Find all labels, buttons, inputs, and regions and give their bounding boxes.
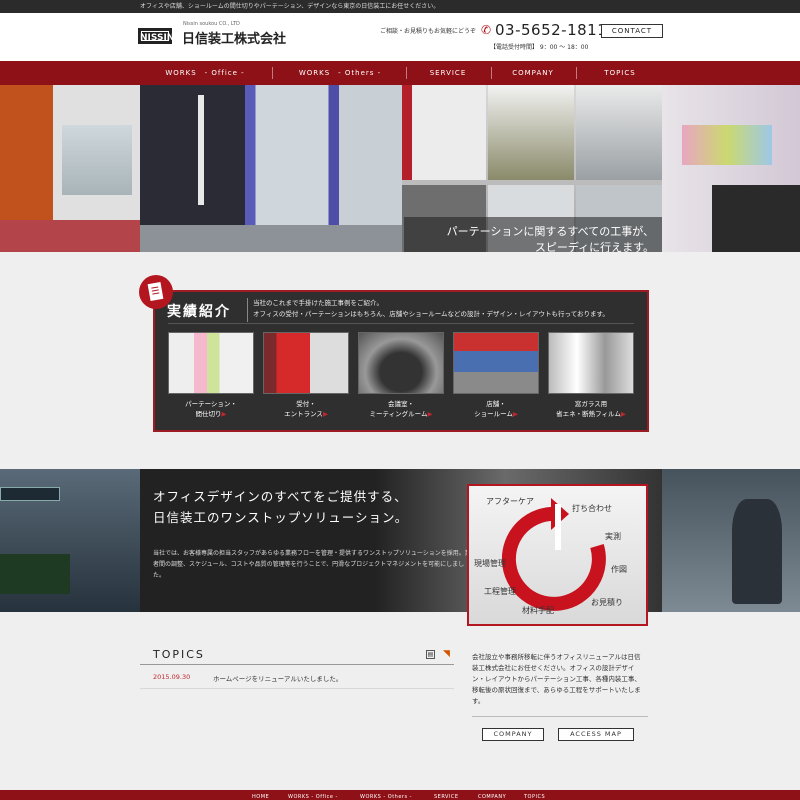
works-separator <box>168 323 634 324</box>
company-logo-mark[interactable]: NISSIN <box>138 28 174 44</box>
band-photo-left <box>0 469 140 612</box>
feed-icon[interactable]: ▤ <box>426 650 435 659</box>
topics-date: 2015.09.30 <box>153 673 191 681</box>
topics-divider <box>140 664 454 665</box>
hero-photo-left <box>0 85 140 252</box>
about-text: 会社設立や事務所移転に伴うオフィスリニューアルは日信装工株式会社にお任せください… <box>472 653 641 705</box>
consult-text: ご相談・お見積りもお気軽にどうぞ <box>380 28 477 35</box>
arrow-icon: ▶ <box>221 410 227 418</box>
cycle-label-site: 現場管理 <box>474 559 506 568</box>
works-description: 当社のこれまで手掛けた施工事例をご紹介。 オフィスの受付・パーテーションはもちろ… <box>253 298 609 320</box>
workflow-cycle-diagram: アフターケア 打ち合わせ 実測 作図 お見積り 材料手配 工程管理 現場管理 <box>467 484 648 626</box>
topics-title: TOPICS <box>153 648 205 661</box>
access-map-button[interactable]: ACCESS MAP <box>558 728 634 741</box>
company-button[interactable]: COMPANY <box>482 728 544 741</box>
rss-icon[interactable]: ◥ <box>443 650 452 659</box>
topics-item-link[interactable]: ホームページをリニューアルいたしました。 <box>213 673 342 683</box>
arrow-icon: ▶ <box>620 410 626 418</box>
works-label-meeting[interactable]: 会議室・ ミーティングルーム▶ <box>358 399 444 419</box>
top-info-bar: オフィスや店舗、ショールームの間仕切りやパーテーション、デザインなら東京の日信装… <box>0 0 800 13</box>
about-divider <box>472 716 648 717</box>
nav-divider <box>576 67 577 79</box>
arrow-icon: ▶ <box>512 410 518 418</box>
cycle-label-survey: 実測 <box>605 532 621 541</box>
footer-link-works-others[interactable]: WORKS - Others - <box>360 794 412 800</box>
phone-icon: ✆ <box>481 23 492 37</box>
footer-link-service[interactable]: SERVICE <box>434 794 459 800</box>
cycle-label-process: 工程管理 <box>484 587 516 596</box>
arrow-icon: ▶ <box>322 410 328 418</box>
hero-photo-center <box>140 85 402 252</box>
works-desc-line2: オフィスの受付・パーテーションはもちろん、店舗やショールームなどの設計・デザイン… <box>253 310 609 318</box>
works-title: 実績紹介 <box>167 304 231 320</box>
cycle-label-meeting: 打ち合わせ <box>572 504 612 513</box>
footer-link-works-office[interactable]: WORKS - Office - <box>288 794 338 800</box>
hero-photo-far-right <box>662 85 800 252</box>
hero-caption-line2: スピーディに行えます。 <box>534 241 654 252</box>
nav-topics[interactable]: TOPICS <box>579 61 661 85</box>
company-name-logo[interactable]: 日信装工株式会社 <box>182 28 286 47</box>
nav-divider <box>406 67 407 79</box>
nav-divider <box>272 67 273 79</box>
hero-caption: パーテーションに関するすべての工事が、 スピーディに行えます。 <box>404 217 662 252</box>
nav-service[interactable]: SERVICE <box>408 61 488 85</box>
works-divider <box>247 298 248 322</box>
works-thumb-showroom[interactable] <box>453 332 539 394</box>
works-thumb-partition[interactable] <box>168 332 254 394</box>
footer-link-topics[interactable]: TOPICS <box>524 794 545 800</box>
works-label-showroom[interactable]: 店舗・ ショールーム▶ <box>453 399 539 419</box>
cycle-label-materials: 材料手配 <box>522 606 554 615</box>
works-label-entrance[interactable]: 受付・ エントランス▶ <box>263 399 349 419</box>
works-thumb-entrance[interactable] <box>263 332 349 394</box>
works-thumb-film[interactable] <box>548 332 634 394</box>
phone-hours: 【電話受付時間】 9：00 ～ 18：00 <box>490 44 589 51</box>
nav-works-office[interactable]: WORKS - Office - <box>140 61 270 85</box>
works-thumb-meeting[interactable] <box>358 332 444 394</box>
footer-link-company[interactable]: COMPANY <box>478 794 506 800</box>
company-name-english: Nissin soukou CO., LTD <box>183 21 240 27</box>
cycle-label-estimate: お見積り <box>591 598 623 607</box>
nav-company[interactable]: COMPANY <box>493 61 573 85</box>
band-photo-right <box>662 469 800 612</box>
hero-caption-line1: パーテーションに関するすべての工事が、 <box>446 225 654 238</box>
nav-divider <box>491 67 492 79</box>
nav-works-others[interactable]: WORKS - Others - <box>275 61 405 85</box>
works-desc-line1: 当社のこれまで手掛けた施工事例をご紹介。 <box>253 299 383 307</box>
hero-image: パーテーションに関するすべての工事が、 スピーディに行えます。 <box>0 85 800 252</box>
cycle-label-drawing: 作図 <box>611 565 627 574</box>
solution-title: オフィスデザインのすべてをご提供する、 日信装工のワンストップソリューション。 <box>153 489 409 525</box>
arrow-icon: ▶ <box>427 410 433 418</box>
phone-number[interactable]: 03-5652-1811 <box>495 21 607 39</box>
solution-description: 当社では、お客様専属の担当スタッフがあらゆる業務フローを管理・提供するワンストッ… <box>153 550 471 579</box>
site-header: NISSIN Nissin soukou CO., LTD 日信装工株式会社 ご… <box>0 13 800 61</box>
contact-button[interactable]: CONTACT <box>601 24 663 38</box>
works-label-film[interactable]: 窓ガラス用 省エネ・断熱フィルム▶ <box>548 399 634 419</box>
works-label-partition[interactable]: パーテーション・ 間仕切り▶ <box>168 399 254 419</box>
footer-link-home[interactable]: HOME <box>252 794 269 800</box>
main-nav: WORKS - Office - WORKS - Others - SERVIC… <box>0 61 800 85</box>
topics-row-divider <box>140 688 454 689</box>
cycle-label-aftercare: アフターケア <box>486 497 534 506</box>
